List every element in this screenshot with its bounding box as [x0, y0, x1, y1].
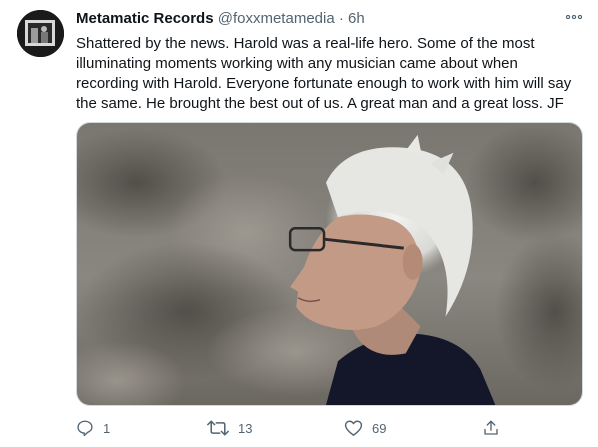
tweet-photo[interactable] — [76, 122, 583, 406]
tweet-actions: 1 13 69 — [76, 416, 516, 440]
tweet-text: Shattered by the news. Harold was a real… — [76, 35, 572, 112]
reply-icon — [76, 419, 94, 437]
retweet-button[interactable]: 13 — [207, 416, 252, 440]
avatar[interactable] — [17, 10, 64, 57]
author-name[interactable]: Metamatic Records — [76, 10, 214, 27]
author-handle[interactable]: @foxxmetamedia — [218, 10, 335, 27]
timestamp[interactable]: 6h — [348, 10, 365, 27]
share-icon — [482, 419, 500, 437]
more-options-icon[interactable] — [564, 10, 584, 24]
like-button[interactable]: 69 — [344, 416, 386, 440]
heart-icon — [344, 419, 363, 437]
share-button[interactable] — [482, 416, 500, 440]
retweet-count: 13 — [238, 420, 253, 436]
tweet[interactable]: Metamatic Records @foxxmetamedia · 6h Sh… — [0, 0, 598, 447]
retweet-icon — [207, 419, 229, 437]
like-count: 69 — [372, 420, 387, 436]
reply-count: 1 — [103, 420, 111, 436]
tweet-header: Metamatic Records @foxxmetamedia · 6h — [76, 9, 558, 29]
separator-dot: · — [338, 10, 344, 27]
reply-button[interactable]: 1 — [76, 416, 110, 440]
